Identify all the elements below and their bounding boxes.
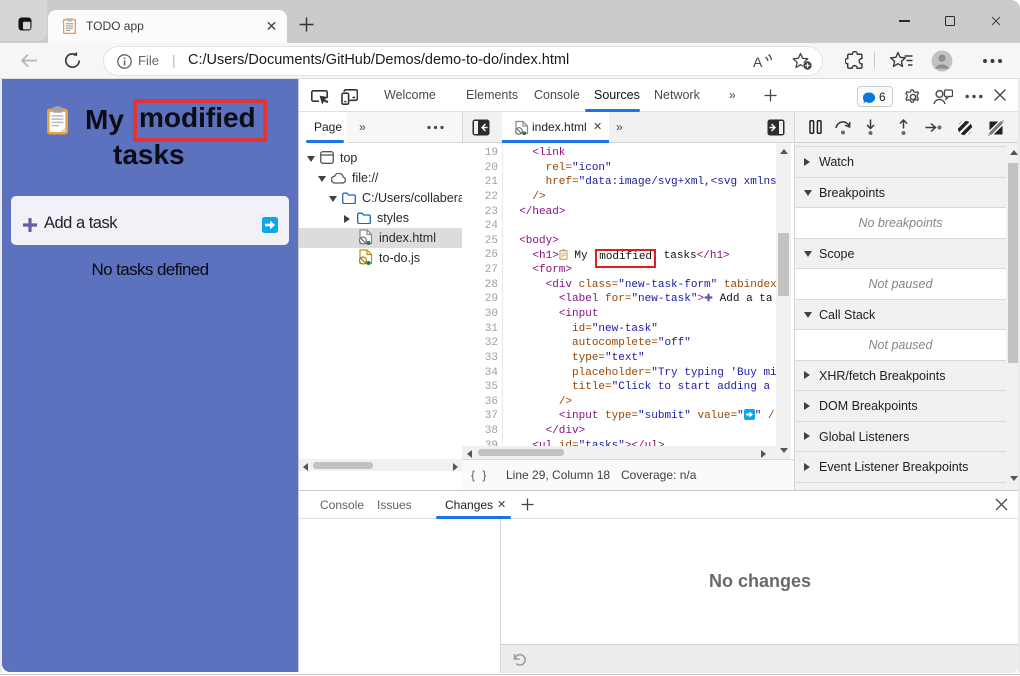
svg-text:A: A <box>753 54 763 70</box>
